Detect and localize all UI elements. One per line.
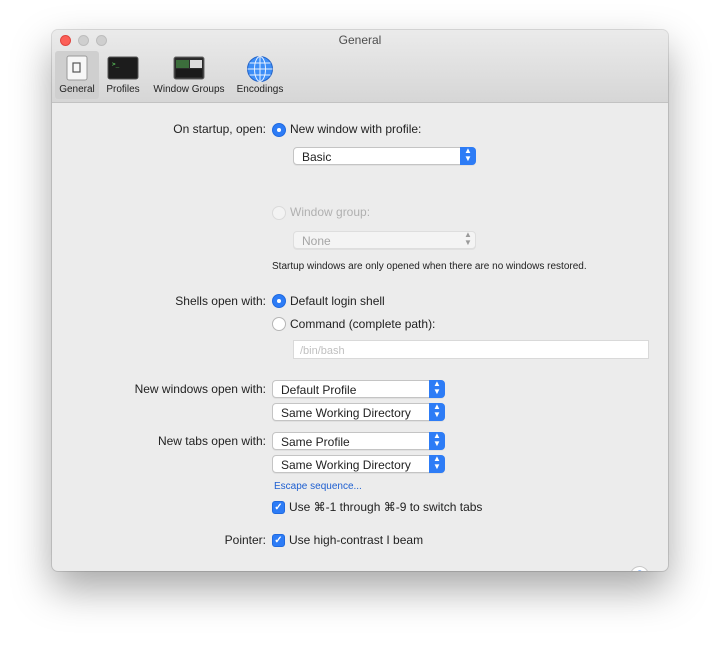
new-tabs-directory-value: Same Working Directory bbox=[281, 458, 411, 472]
help-button[interactable]: ? bbox=[630, 566, 649, 571]
tab-profiles[interactable]: >_ Profiles bbox=[102, 51, 144, 99]
general-icon bbox=[64, 55, 90, 86]
popup-arrows-icon: ▲ ▼ bbox=[429, 432, 445, 450]
pointer-label: Pointer: bbox=[224, 533, 266, 547]
tab-encodings-label: Encodings bbox=[236, 84, 284, 95]
new-window-profile-radio[interactable] bbox=[272, 123, 286, 137]
startup-label: On startup, open: bbox=[173, 122, 266, 136]
shells-label: Shells open with: bbox=[175, 294, 266, 308]
tab-window-groups-label: Window Groups bbox=[153, 84, 225, 95]
command-path-input[interactable] bbox=[294, 342, 648, 360]
tab-general[interactable]: General bbox=[55, 51, 99, 99]
tab-general-label: General bbox=[59, 84, 95, 95]
tab-profiles-label: Profiles bbox=[106, 84, 140, 95]
command-path-field[interactable] bbox=[293, 340, 649, 360]
popup-arrows-icon: ▲ ▼ bbox=[429, 380, 445, 398]
profiles-icon: >_ bbox=[107, 55, 139, 86]
popup-arrows-icon: ▲ ▼ bbox=[460, 147, 476, 165]
default-login-shell-label[interactable]: Default login shell bbox=[290, 294, 385, 308]
window-group-value: None bbox=[302, 234, 331, 248]
popup-arrows-icon: ▲ ▼ bbox=[429, 455, 445, 473]
window-group-popup[interactable]: None ▲ ▼ bbox=[293, 231, 476, 249]
popup-arrows-icon: ▲ ▼ bbox=[429, 403, 445, 421]
tab-encodings[interactable]: Encodings bbox=[233, 51, 287, 99]
new-tabs-profile-value: Same Profile bbox=[281, 435, 350, 449]
high-contrast-ibeam-label[interactable]: Use high-contrast I beam bbox=[289, 533, 423, 547]
command-radio[interactable] bbox=[272, 317, 286, 331]
svg-text:>_: >_ bbox=[112, 61, 120, 68]
new-tabs-profile-popup[interactable]: Same Profile ▲ ▼ bbox=[272, 432, 445, 450]
new-windows-profile-value: Default Profile bbox=[281, 383, 357, 397]
new-windows-directory-popup[interactable]: Same Working Directory ▲ ▼ bbox=[272, 403, 445, 421]
high-contrast-ibeam-checkbox[interactable]: ✓ bbox=[272, 534, 285, 547]
popup-arrows-icon: ▲ ▼ bbox=[464, 230, 472, 247]
window-title: General bbox=[338, 33, 382, 47]
new-windows-directory-value: Same Working Directory bbox=[281, 406, 411, 420]
new-windows-label: New windows open with: bbox=[134, 382, 266, 396]
tab-window-groups[interactable]: Window Groups bbox=[147, 51, 231, 99]
new-windows-profile-popup[interactable]: Default Profile ▲ ▼ bbox=[272, 380, 445, 398]
general-pane: On startup, open: New window with profil… bbox=[52, 103, 668, 571]
new-window-profile-label[interactable]: New window with profile: bbox=[290, 122, 421, 136]
window-group-radio[interactable] bbox=[272, 206, 286, 220]
startup-note: Startup windows are only opened when the… bbox=[272, 261, 587, 272]
startup-profile-value: Basic bbox=[302, 150, 332, 164]
startup-profile-popup[interactable]: Basic ▲ ▼ bbox=[293, 147, 476, 165]
default-login-shell-radio[interactable] bbox=[272, 294, 286, 308]
new-tabs-label: New tabs open with: bbox=[157, 434, 266, 448]
escape-sequence-link[interactable]: Escape sequence... bbox=[274, 481, 362, 492]
titlebar: General General >_ Profiles Window Group… bbox=[52, 30, 668, 103]
switch-tabs-checkbox[interactable]: ✓ bbox=[272, 501, 285, 514]
command-label[interactable]: Command (complete path): bbox=[290, 317, 435, 331]
window-group-label[interactable]: Window group: bbox=[290, 205, 370, 219]
window-groups-icon bbox=[173, 55, 205, 86]
preferences-window: General General >_ Profiles Window Group… bbox=[52, 30, 668, 571]
switch-tabs-label[interactable]: Use ⌘-1 through ⌘-9 to switch tabs bbox=[289, 500, 482, 514]
new-tabs-directory-popup[interactable]: Same Working Directory ▲ ▼ bbox=[272, 455, 445, 473]
